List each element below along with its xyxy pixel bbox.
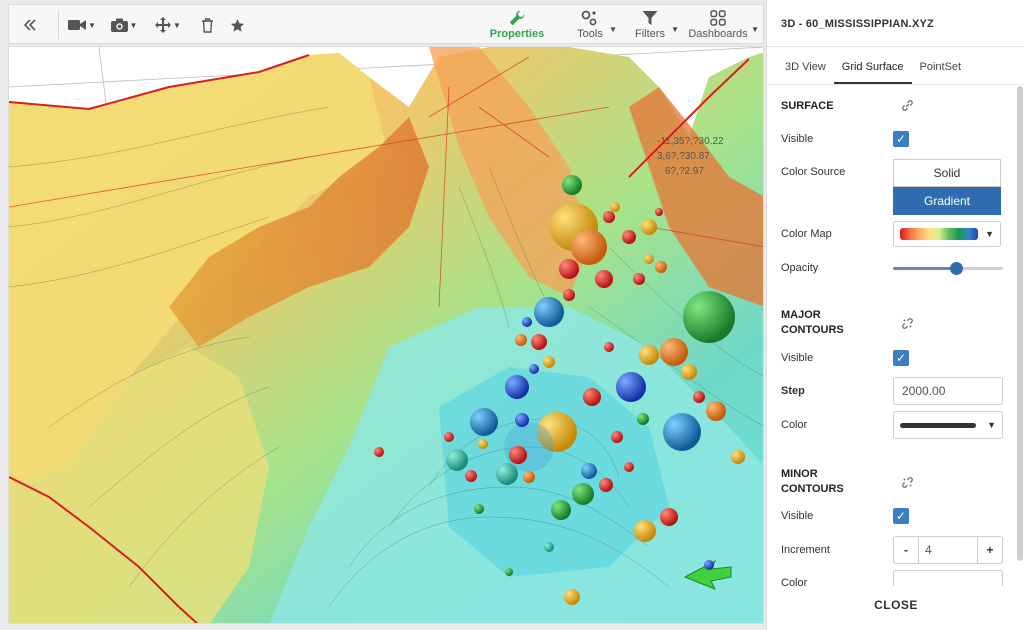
tools-label: Tools [577,28,603,40]
major-visible-checkbox[interactable]: ✓ [893,350,909,366]
trash-icon [201,17,213,33]
major-color-swatch [900,422,976,428]
coordinate-readout-y: 3,6?,?30.87 [657,151,710,162]
move-arrows-icon [155,17,172,33]
star-icon [230,18,244,32]
tools-menu-button[interactable]: Tools ▼ [565,5,617,45]
opacity-slider-fill [893,267,956,270]
increment-label: Increment [781,544,830,556]
color-source-label: Color Source [781,166,846,178]
double-chevron-left-icon [23,19,36,31]
major-color-label: Color [781,419,808,431]
unlink-icon[interactable] [901,476,914,492]
delete-button[interactable] [195,5,219,45]
major-visible-label: Visible [781,352,814,364]
tools-icon [581,10,597,26]
chevron-down-icon: ▼ [129,20,138,30]
major-color-dropdown[interactable]: ▼ [893,411,1003,439]
viewer-toolbar: ▼ ▼ ▼ Properties Tools ▼ Filters ▼ Dashb… [8,4,764,44]
3d-viewport[interactable]: -11,35?,?30.22 3,6?,?30.87 6?,?2.97 [8,46,764,624]
increment-stepper[interactable]: - 4 + [893,536,1003,564]
snapshot-menu-button[interactable]: ▼ [107,5,141,45]
surface-visible-checkbox[interactable]: ✓ [893,131,909,147]
chevron-down-icon: ▼ [609,25,617,34]
color-source-gradient-option[interactable]: Gradient [893,187,1001,215]
panel-title: 3D - 60_MISSISSIPPIAN.XYZ [781,18,934,30]
properties-panel: 3D - 60_MISSISSIPPIAN.XYZ 3D View Grid S… [766,0,1024,630]
panel-tabs: 3D View Grid Surface PointSet [777,58,969,84]
color-map-label: Color Map [781,228,832,240]
minor-visible-label: Visible [781,510,814,522]
chevron-down-icon: ▼ [88,20,96,30]
color-map-swatch [900,228,978,240]
minor-color-dropdown[interactable] [893,570,1003,586]
wrench-icon [509,10,525,26]
increment-decrement-button[interactable]: - [894,537,918,563]
dashboards-menu-button[interactable]: Dashboards ▼ [685,5,759,45]
chevron-down-icon: ▼ [751,25,759,34]
coordinate-readout-z: 6?,?2.97 [665,166,704,177]
chevron-down-icon: ▼ [173,20,181,30]
properties-button[interactable]: Properties [487,5,547,45]
minor-visible-checkbox[interactable]: ✓ [893,508,909,524]
unlink-icon[interactable] [901,317,914,333]
opacity-slider[interactable] [893,262,1003,275]
grid-surface-render [9,47,763,623]
filters-label: Filters [635,28,665,40]
opacity-label: Opacity [781,262,819,274]
panel-scroll-area: SURFACE Visible ✓ Color Source Solid Gra… [767,86,1017,586]
color-map-dropdown[interactable]: ▼ [893,221,1001,247]
major-contours-heading: MAJOR CONTOURS [781,309,844,336]
funnel-icon [642,11,658,25]
increment-value[interactable]: 4 [918,537,978,563]
dashboard-grid-icon [710,10,726,26]
panel-scrollbar[interactable] [1017,86,1023,561]
tab-3d-view[interactable]: 3D View [777,58,834,84]
color-source-solid-option[interactable]: Solid [893,159,1001,187]
close-button[interactable]: CLOSE [767,590,1024,620]
dashboards-label: Dashboards [688,28,748,40]
surface-visible-label: Visible [781,133,814,145]
camera-menu-button[interactable]: ▼ [65,5,99,45]
minor-color-label: Color [781,577,808,586]
camera-icon [110,18,128,32]
chevron-down-icon: ▼ [987,420,996,430]
collapse-button[interactable] [15,5,45,45]
link-icon[interactable] [901,99,914,115]
tab-grid-surface[interactable]: Grid Surface [833,58,912,84]
coordinate-readout-x: -11,35?,?30.22 [657,136,724,147]
minor-contours-heading: MINOR CONTOURS [781,468,844,495]
move-menu-button[interactable]: ▼ [151,5,185,45]
tabs-divider [767,84,1024,85]
toolbar-separator [58,11,59,39]
step-label: Step [781,385,805,397]
filters-menu-button[interactable]: Filters ▼ [625,5,679,45]
increment-increment-button[interactable]: + [978,537,1002,563]
chevron-down-icon: ▼ [671,25,679,34]
opacity-slider-handle[interactable] [949,262,963,275]
tab-pointset[interactable]: PointSet [912,58,970,84]
properties-label: Properties [489,28,545,40]
chevron-down-icon: ▼ [985,229,994,239]
step-input[interactable] [893,377,1003,405]
favorite-button[interactable] [225,5,249,45]
video-camera-icon [68,20,87,30]
header-divider [767,46,1024,47]
surface-heading: SURFACE [781,100,834,112]
